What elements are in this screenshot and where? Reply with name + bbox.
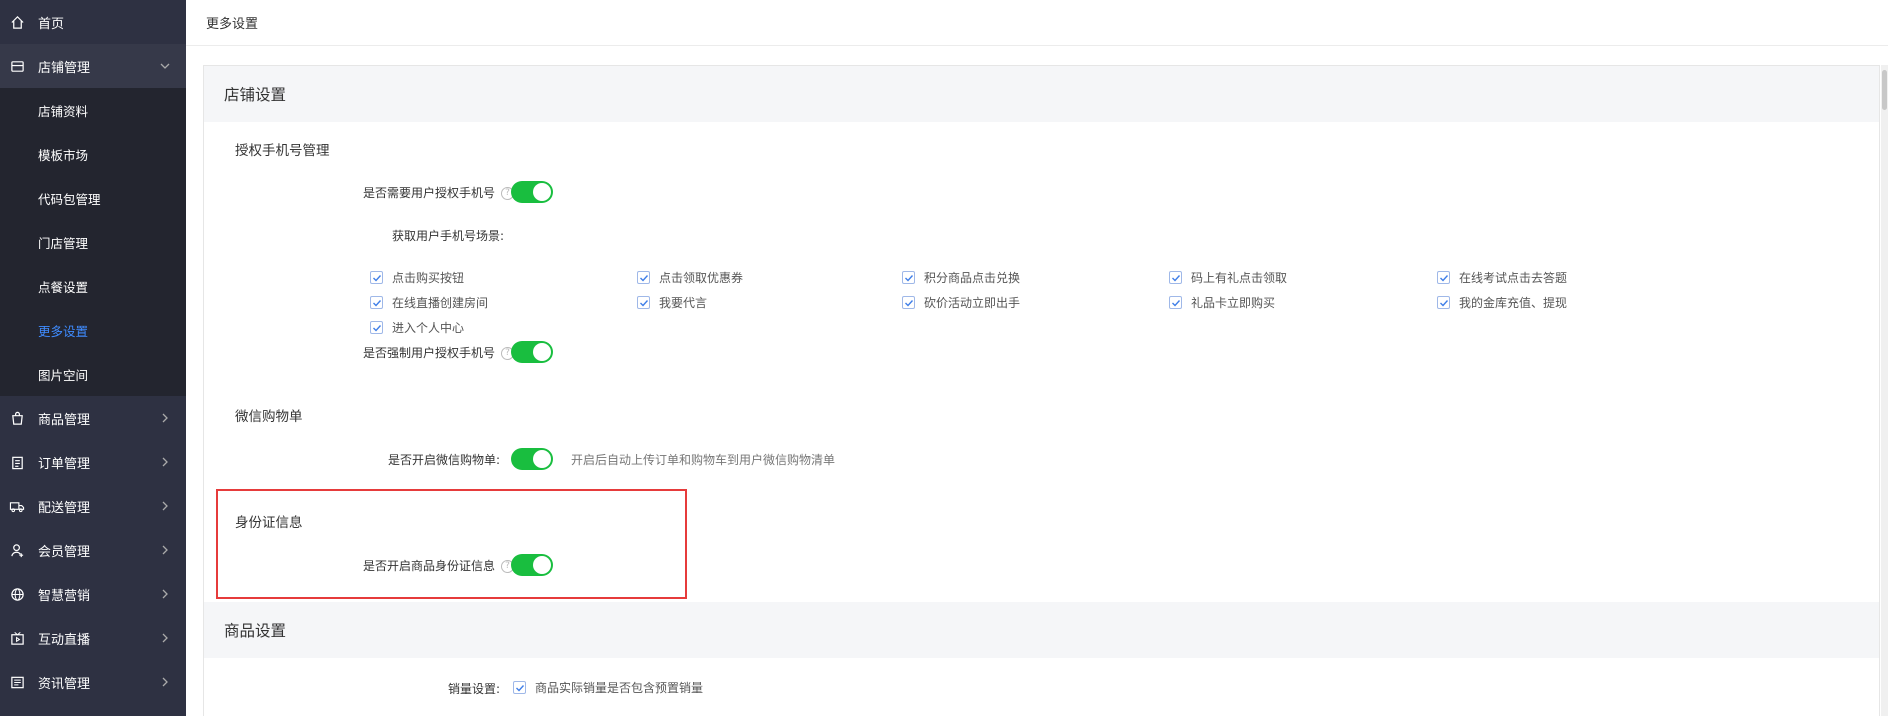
checkbox-checked-icon [370,296,383,309]
subsection-title-wechat-cart: 微信购物单 [235,409,303,425]
chevron-down-icon [160,63,170,69]
switch-knob [533,183,551,201]
checkbox-checked-icon [370,321,383,334]
scene-checkbox[interactable]: 礼品卡立即购买 [1169,294,1275,311]
top-bar: 更多设置 [186,0,1888,46]
scene-checkbox[interactable]: 点击领取优惠券 [637,269,743,286]
scene-checkbox[interactable]: 积分商品点击兑换 [902,269,1020,286]
home-icon [9,14,25,30]
scene-checkbox[interactable]: 在线考试点击去答题 [1437,269,1567,286]
sidebar-item-home[interactable]: 首页 [0,0,186,44]
sidebar-item-delivery[interactable]: 配送管理 [0,484,186,528]
sidebar-item-orders[interactable]: 订单管理 [0,440,186,484]
bag-icon [9,410,25,426]
wechat-cart-hint: 开启后自动上传订单和购物车到用户微信购物清单 [571,453,836,467]
force-auth-switch[interactable] [511,341,553,363]
scene-checkbox[interactable]: 我要代言 [637,294,707,311]
clipboard-icon [9,454,25,470]
checkbox-checked-icon [1169,296,1182,309]
store-icon [9,58,25,74]
require-auth-label: 是否需要用户授权手机号? [304,184,514,201]
globe-icon [9,586,25,602]
sidebar: 首页 店铺管理 店铺资料 模板市场 代码包管理 门店管理 点餐设置 更多设置 图… [0,0,186,716]
sidebar-item-label: 店铺管理 [38,60,91,76]
sidebar-item-label: 商品管理 [38,412,91,428]
tv-icon [9,630,25,646]
chevron-right-icon [162,545,168,555]
chevron-right-icon [162,413,168,423]
scene-checkbox[interactable]: 我的金库充值、提现 [1437,294,1567,311]
checkbox-checked-icon [637,271,650,284]
sales-setting-label: 销量设置: [447,682,500,696]
wechat-cart-label: 是否开启微信购物单: [387,453,500,467]
checkbox-checked-icon [370,271,383,284]
checkbox-checked-icon [1169,271,1182,284]
scrollbar-thumb[interactable] [1882,70,1887,110]
chevron-right-icon [162,501,168,511]
chevron-right-icon [162,633,168,643]
chevron-right-icon [162,457,168,467]
force-auth-label: 是否强制用户授权手机号? [304,344,514,361]
sales-include-preset-checkbox[interactable]: 商品实际销量是否包含预置销量 [513,679,703,696]
sidebar-item-label: 会员管理 [38,544,91,560]
sidebar-item-label: 资讯管理 [38,676,91,692]
scene-checkbox[interactable]: 码上有礼点击领取 [1169,269,1287,286]
sidebar-sub-ordering[interactable]: 点餐设置 [0,264,186,308]
checkbox-checked-icon [902,271,915,284]
sidebar-item-goods[interactable]: 商品管理 [0,396,186,440]
checkbox-checked-icon [902,296,915,309]
checkbox-checked-icon [1437,296,1450,309]
scene-label: 获取用户手机号场景: [392,229,505,243]
user-icon [9,542,25,558]
sidebar-item-label: 订单管理 [38,456,91,472]
scene-checkbox[interactable]: 进入个人中心 [370,319,464,336]
sidebar-item-members[interactable]: 会员管理 [0,528,186,572]
sidebar-item-label: 首页 [38,16,65,32]
chevron-right-icon [162,589,168,599]
scene-checkbox[interactable]: 点击购买按钮 [370,269,464,286]
page-title: 更多设置 [206,17,259,32]
sidebar-item-live[interactable]: 互动直播 [0,616,186,660]
require-auth-switch[interactable] [511,181,553,203]
news-icon [9,674,25,690]
chevron-right-icon [162,677,168,687]
wechat-cart-switch[interactable] [511,448,553,470]
scene-checkbox[interactable]: 在线直播创建房间 [370,294,488,311]
sidebar-sub-template-market[interactable]: 模板市场 [0,132,186,176]
scrollbar-track[interactable] [1881,65,1888,716]
checkbox-checked-icon [1437,271,1450,284]
sidebar-item-store[interactable]: 店铺管理 [0,44,186,88]
sidebar-item-marketing[interactable]: 智慧营销 [0,572,186,616]
subsection-title-auth-phone: 授权手机号管理 [235,143,330,159]
truck-icon [9,498,25,514]
sidebar-item-label: 智慧营销 [38,588,91,604]
checkbox-checked-icon [637,296,650,309]
sidebar-sub-shop-manage[interactable]: 门店管理 [0,220,186,264]
sidebar-sub-more-settings[interactable]: 更多设置 [0,308,186,352]
switch-knob [533,450,551,468]
sidebar-item-label: 互动直播 [38,632,91,648]
scene-checkbox[interactable]: 砍价活动立即出手 [902,294,1020,311]
section-header-store: 店铺设置 [204,66,1879,122]
section-header-goods: 商品设置 [204,602,1879,658]
sidebar-item-news[interactable]: 资讯管理 [0,660,186,704]
highlight-box [216,489,687,599]
switch-knob [533,343,551,361]
sidebar-sub-store-info[interactable]: 店铺资料 [0,88,186,132]
sidebar-item-label: 配送管理 [38,500,91,516]
checkbox-checked-icon [513,681,526,694]
sidebar-sub-code-package[interactable]: 代码包管理 [0,176,186,220]
sidebar-sub-image-space[interactable]: 图片空间 [0,352,186,396]
settings-panel: 店铺设置 授权手机号管理 是否需要用户授权手机号? 获取用户手机号场景: 点击购… [203,65,1880,716]
